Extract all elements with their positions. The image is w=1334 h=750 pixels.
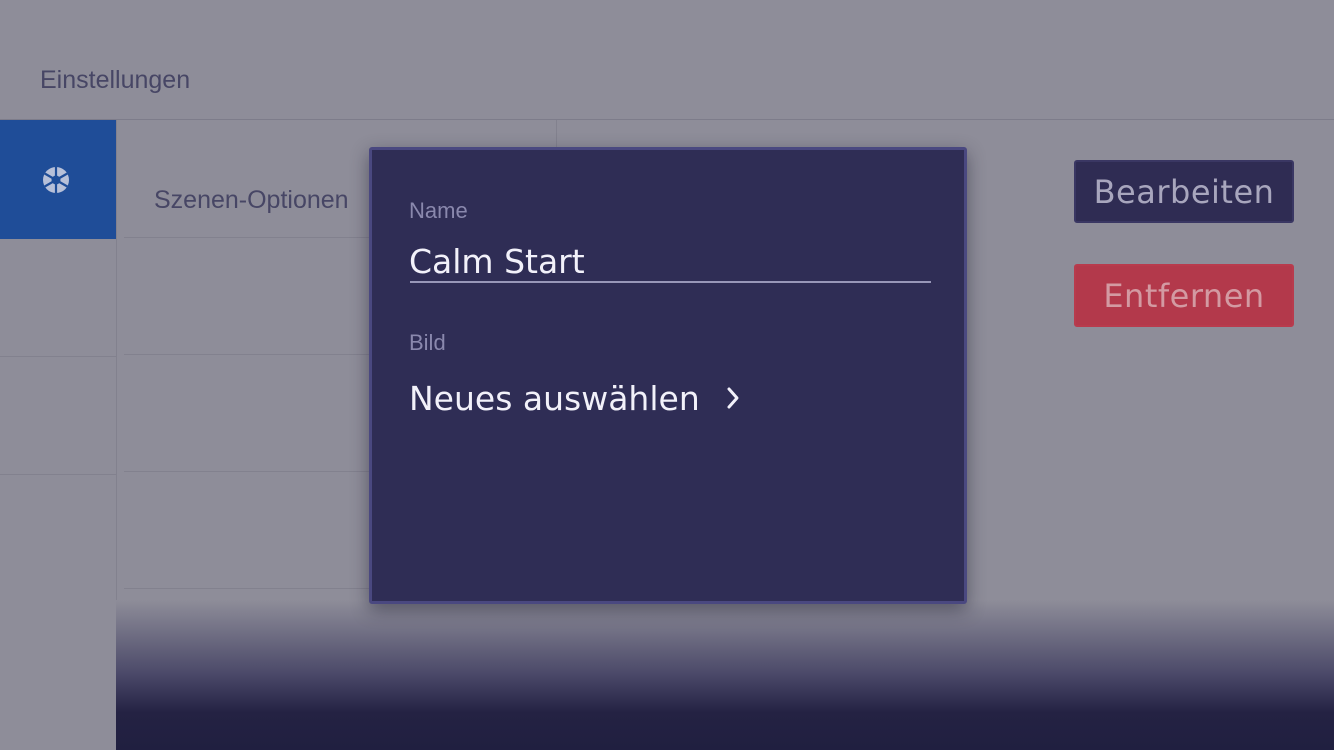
name-input-underline: [410, 281, 931, 283]
name-label: Name: [409, 198, 468, 223]
image-label: Bild: [409, 330, 446, 355]
header-bar: Einstellungen: [0, 0, 1334, 120]
choose-image-label: Neues auswählen: [409, 378, 700, 418]
name-input[interactable]: Calm Start: [409, 242, 585, 281]
aperture-icon: [43, 167, 69, 193]
sidebar: [0, 120, 117, 750]
sidebar-divider: [0, 356, 116, 357]
sidebar-divider: [0, 474, 116, 475]
remove-button[interactable]: Entfernen: [1074, 264, 1294, 327]
edit-button[interactable]: Bearbeiten: [1074, 160, 1294, 223]
choose-image-button[interactable]: Neues auswählen: [409, 376, 740, 420]
scene-edit-dialog: Name Calm Start Bild Neues auswählen: [369, 147, 967, 604]
sidebar-item-scenes[interactable]: [0, 120, 116, 239]
page-title: Einstellungen: [40, 66, 191, 94]
chevron-right-icon: [726, 386, 740, 410]
bottom-fade: [116, 600, 1334, 750]
list-item-label: Szenen-Optionen: [154, 186, 349, 214]
